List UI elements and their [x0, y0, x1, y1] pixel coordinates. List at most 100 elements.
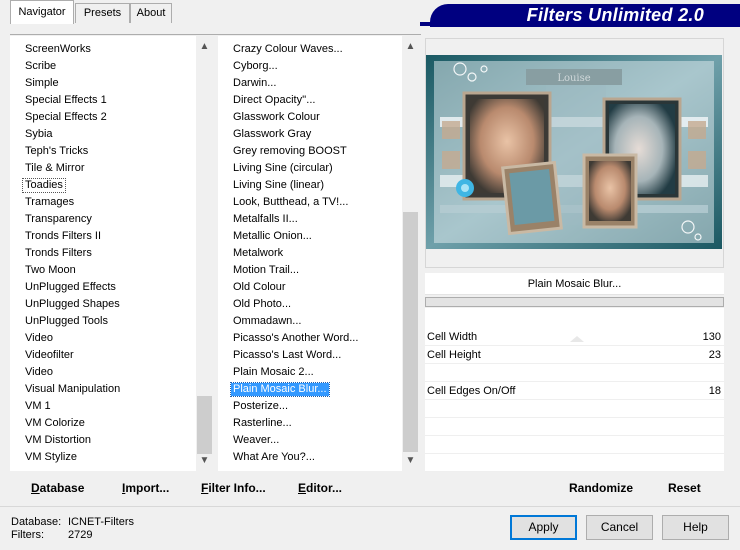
parameter-header-bar: [425, 297, 724, 307]
filter-item[interactable]: Ommadawn...: [218, 313, 402, 330]
category-item[interactable]: Visual Manipulation: [10, 381, 196, 398]
category-list[interactable]: ScreenWorks Scribe Simple Special Effects 1…: [10, 36, 213, 471]
filter-info-button[interactable]: Filter Info...: [201, 480, 266, 496]
category-item[interactable]: Transparency: [10, 211, 196, 228]
filter-list[interactable]: Crazy Colour Waves... Cyborg... Darwin... D…: [218, 36, 419, 471]
filter-item[interactable]: Living Sine (circular): [218, 160, 402, 177]
filter-scrollbar[interactable]: ▲ ▼: [402, 36, 419, 471]
filter-item[interactable]: Posterize...: [218, 398, 402, 415]
filter-items: Crazy Colour Waves... Cyborg... Darwin... D…: [218, 41, 402, 466]
filter-scroll-thumb[interactable]: [403, 212, 418, 452]
category-item[interactable]: Video: [10, 364, 196, 381]
list-item-label: What Are You?...: [233, 451, 315, 463]
param-row-cell-edges[interactable]: Cell Edges On/Off 18: [425, 382, 724, 400]
param-label: Cell Width: [427, 331, 478, 343]
list-item-label: Teph's Tricks: [25, 145, 89, 157]
filter-item[interactable]: Glasswork Colour: [218, 109, 402, 126]
category-item[interactable]: UnPlugged Shapes: [10, 296, 196, 313]
list-item-label: Special Effects 2: [25, 111, 107, 123]
list-item-label: Sybia: [25, 128, 53, 140]
database-button[interactable]: Database: [31, 480, 84, 496]
filter-item[interactable]: Picasso's Last Word...: [218, 347, 402, 364]
filter-item[interactable]: Rasterline...: [218, 415, 402, 432]
param-value: 18: [708, 385, 721, 397]
filter-item[interactable]: Weaver...: [218, 432, 402, 449]
category-item[interactable]: Special Effects 2: [10, 109, 196, 126]
import-button[interactable]: Import...: [122, 480, 169, 496]
filter-item[interactable]: Crazy Colour Waves...: [218, 41, 402, 58]
filter-item[interactable]: Grey removing BOOST: [218, 143, 402, 160]
filter-item[interactable]: Metalwork: [218, 245, 402, 262]
list-item-label: Visual Manipulation: [25, 383, 121, 395]
tab-presets[interactable]: Presets: [75, 3, 130, 23]
filter-item[interactable]: Cyborg...: [218, 58, 402, 75]
category-item[interactable]: Teph's Tricks: [10, 143, 196, 160]
filter-item[interactable]: Metallic Onion...: [218, 228, 402, 245]
list-item-label: Metalwork: [233, 247, 284, 259]
apply-button[interactable]: Apply: [510, 515, 577, 540]
list-item-label: VM Stylize: [25, 451, 77, 463]
category-item[interactable]: Tronds Filters II: [10, 228, 196, 245]
list-item-label: Ommadawn...: [233, 315, 302, 327]
reset-button[interactable]: Reset: [668, 480, 701, 496]
filter-item[interactable]: Metalfalls II...: [218, 211, 402, 228]
filter-item[interactable]: What Are You?...: [218, 449, 402, 466]
list-item-label: Tile & Mirror: [25, 162, 85, 174]
category-item[interactable]: Tronds Filters: [10, 245, 196, 262]
list-item-label: Toadies: [22, 178, 66, 193]
filter-item[interactable]: Old Colour: [218, 279, 402, 296]
category-item[interactable]: Two Moon: [10, 262, 196, 279]
category-scroll-thumb[interactable]: [197, 396, 212, 454]
list-item-label: Rasterline...: [233, 417, 292, 429]
filter-item[interactable]: Glasswork Gray: [218, 126, 402, 143]
category-item[interactable]: VM Stylize: [10, 449, 196, 466]
parameter-panel[interactable]: Cell Width 130 Cell Height 23 Cell Edges…: [425, 308, 724, 472]
help-button[interactable]: Help: [662, 515, 729, 540]
category-item[interactable]: Video: [10, 330, 196, 347]
filter-item[interactable]: Direct Opacity''...: [218, 92, 402, 109]
filter-item[interactable]: Motion Trail...: [218, 262, 402, 279]
list-item-label: UnPlugged Tools: [25, 315, 108, 327]
filter-item[interactable]: Darwin...: [218, 75, 402, 92]
category-item[interactable]: UnPlugged Tools: [10, 313, 196, 330]
cancel-button[interactable]: Cancel: [586, 515, 653, 540]
category-item[interactable]: Tramages: [10, 194, 196, 211]
category-item[interactable]: Videofilter: [10, 347, 196, 364]
status-filters-value: 2729: [68, 529, 93, 541]
category-item[interactable]: Special Effects 1: [10, 92, 196, 109]
list-item-label: Videofilter: [25, 349, 74, 361]
category-item[interactable]: Simple: [10, 75, 196, 92]
param-row-cell-height[interactable]: Cell Height 23: [425, 346, 724, 364]
filter-item[interactable]: Old Photo...: [218, 296, 402, 313]
filter-item[interactable]: Plain Mosaic 2...: [218, 364, 402, 381]
status-filters-label: Filters:: [11, 529, 44, 541]
category-item[interactable]: Scribe: [10, 58, 196, 75]
category-item[interactable]: VM Distortion: [10, 432, 196, 449]
tab-navigator[interactable]: Navigator: [10, 0, 74, 24]
scroll-down-icon[interactable]: ▼: [402, 452, 419, 469]
app-title: Filters Unlimited 2.0: [526, 5, 704, 25]
scroll-up-icon[interactable]: ▲: [196, 38, 213, 55]
list-item-label: Tramages: [25, 196, 75, 208]
category-item[interactable]: Toadies: [10, 177, 196, 194]
list-item-label: ScreenWorks: [25, 43, 91, 55]
category-item[interactable]: VM Colorize: [10, 415, 196, 432]
editor-button[interactable]: Editor...: [298, 480, 342, 496]
category-item[interactable]: Tile & Mirror: [10, 160, 196, 177]
filter-item[interactable]: Picasso's Another Word...: [218, 330, 402, 347]
param-row-empty: [425, 454, 724, 472]
scroll-up-icon[interactable]: ▲: [402, 38, 419, 55]
category-item[interactable]: UnPlugged Effects: [10, 279, 196, 296]
randomize-button[interactable]: Randomize: [569, 480, 633, 496]
category-item[interactable]: ScreenWorks: [10, 41, 196, 58]
filter-item[interactable]: Living Sine (linear): [218, 177, 402, 194]
preview-image[interactable]: Louise: [426, 55, 722, 249]
tab-about[interactable]: About: [130, 3, 172, 23]
filter-item[interactable]: Plain Mosaic Blur...: [218, 381, 402, 398]
filter-item[interactable]: Look, Butthead, a TV!...: [218, 194, 402, 211]
category-item[interactable]: VM 1: [10, 398, 196, 415]
param-row-cell-width[interactable]: Cell Width 130: [425, 328, 724, 346]
scroll-down-icon[interactable]: ▼: [196, 452, 213, 469]
category-item[interactable]: Sybia: [10, 126, 196, 143]
category-scrollbar[interactable]: ▲ ▼: [196, 36, 213, 471]
